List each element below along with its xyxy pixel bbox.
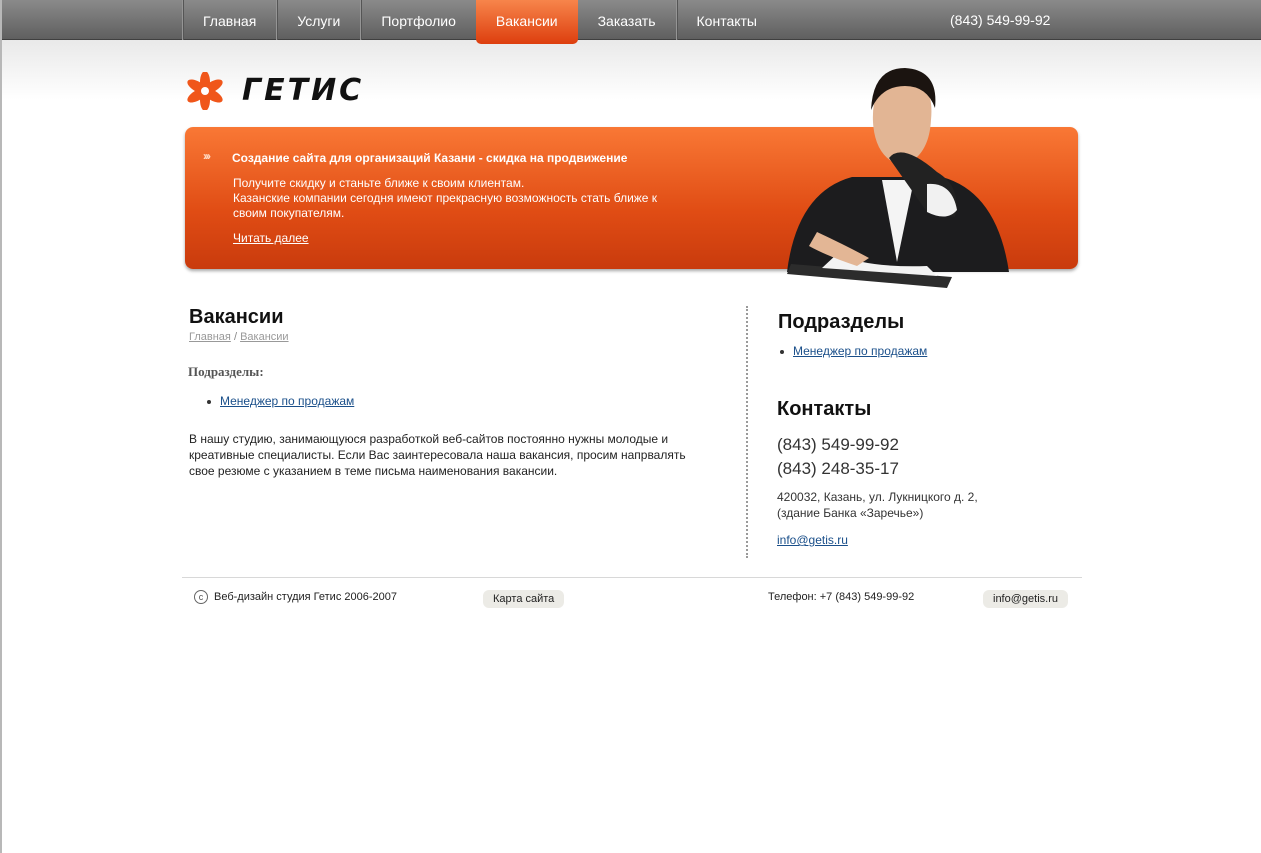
address-line-1: 420032, Казань, ул. Лукницкого д. 2, [777,490,978,504]
main-nav: Главная Услуги Портфолио Вакансии Заказа… [182,0,777,44]
sidebar-sales-manager-link[interactable]: Менеджер по продажам [793,344,927,358]
page-title: Вакансии [189,306,284,328]
read-more-link[interactable]: Читать далее [233,231,309,245]
nav-item-contacts[interactable]: Контакты [675,0,777,40]
contact-phone-2: (843) 248-35-17 [777,459,899,478]
list-item: Менеджер по продажам [780,344,927,358]
column-divider [746,306,748,558]
logo-text: ГЕТИС [242,73,365,108]
sidebar-contacts-title: Контакты [777,398,872,420]
vacancies-intro-text: В нашу студию, занимающуюся разработкой … [189,432,686,478]
list-item: Менеджер по продажам [207,394,354,408]
nav-item-home[interactable]: Главная [182,0,276,40]
copyright-text: Веб-дизайн студия Гетис 2006-2007 [214,591,397,603]
footer-phone: Телефон: +7 (843) 549-99-92 [768,591,915,603]
chevrons-right-icon: ››› [203,149,211,163]
address-line-2: (здание Банка «Заречье») [777,506,924,520]
sidebar-subsections-title: Подразделы [778,311,905,333]
contact-phone-1: (843) 549-99-92 [777,435,899,454]
nav-item-portfolio[interactable]: Портфолио [360,0,476,40]
banner-text: Получите скидку и станьте ближе к своим … [233,176,658,220]
banner-title: Создание сайта для организаций Казани - … [232,151,628,165]
businessman-image [782,68,1012,302]
sitemap-button[interactable]: Карта сайта [483,590,565,608]
footer-divider [182,577,1082,578]
sidebar-subsections-list: Менеджер по продажам [780,344,927,358]
contact-email-link[interactable]: info@getis.ru [777,533,848,547]
sales-manager-link[interactable]: Менеджер по продажам [220,394,354,408]
breadcrumb: Главная / Вакансии [189,331,289,343]
breadcrumb-current-link[interactable]: Вакансии [240,331,289,343]
logo[interactable]: ГЕТИС [182,72,364,110]
nav-item-order[interactable]: Заказать [578,0,676,40]
contact-phones: (843) 549-99-92 (843) 248-35-17 [777,433,899,481]
footer-email-button[interactable]: info@getis.ru [983,590,1068,608]
breadcrumb-separator: / [233,331,237,343]
header-phone: (843) 549-99-92 [950,12,1051,28]
copyright-icon: c [194,590,208,604]
subsections-label: Подразделы: [188,364,264,379]
footer-copyright: c Веб-дизайн студия Гетис 2006-2007 [194,590,397,604]
subsections-list: Менеджер по продажам [207,394,354,408]
nav-item-services[interactable]: Услуги [276,0,360,40]
contact-address: 420032, Казань, ул. Лукницкого д. 2, (зд… [777,489,978,521]
breadcrumb-home-link[interactable]: Главная [189,331,231,343]
nav-item-vacancies[interactable]: Вакансии [475,0,578,44]
flower-logo-icon [187,72,223,110]
